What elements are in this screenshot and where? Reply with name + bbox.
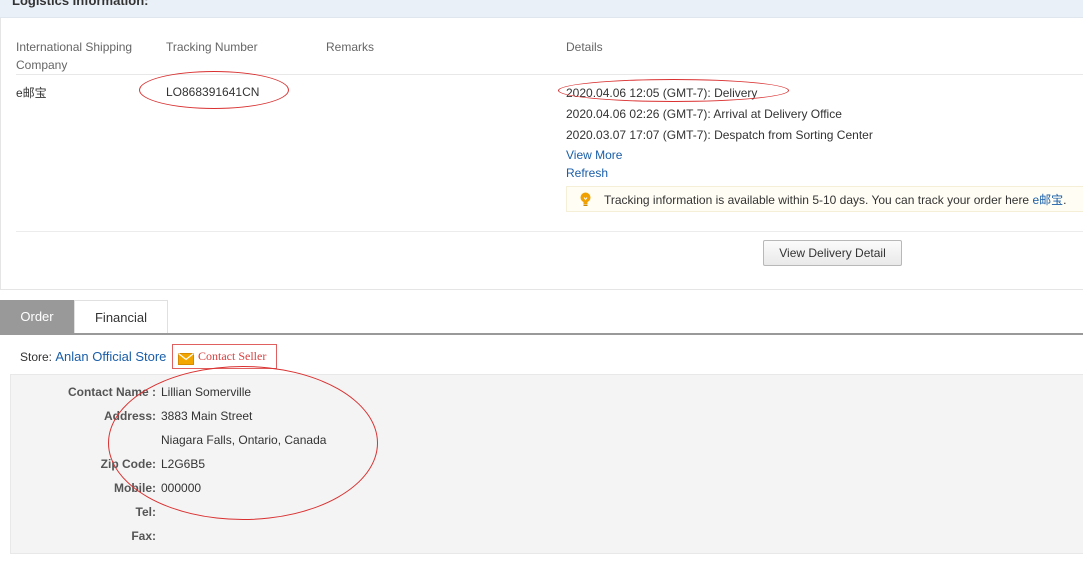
tracking-tip: Tracking information is available within… (566, 186, 1083, 212)
contact-seller-button[interactable]: Contact Seller (172, 344, 277, 369)
tracking-event-2: 2020.04.06 02:26 (GMT-7): Arrival at Del… (566, 107, 842, 121)
contact-name-value: Lillian Somerville (161, 385, 252, 399)
tel-label: Tel: (135, 505, 156, 519)
row-divider (16, 231, 1083, 232)
address-label: Address: (103, 409, 156, 423)
header-divider (16, 74, 1083, 75)
view-more-link[interactable]: View More (566, 146, 622, 164)
view-delivery-detail-button[interactable]: View Delivery Detail (763, 240, 902, 266)
lightbulb-icon (579, 192, 592, 207)
zip-code-value: L2G6B5 (161, 457, 206, 471)
store-name-link[interactable]: Anlan Official Store (55, 349, 166, 364)
tabs-divider (0, 333, 1083, 335)
column-header-company: International Shipping Company (16, 38, 132, 74)
address-line1: 3883 Main Street (161, 409, 253, 423)
address-line2: Niagara Falls, Ontario, Canada (161, 433, 327, 447)
logistics-panel (0, 18, 1083, 290)
column-header-tracking: Tracking Number (166, 40, 258, 54)
tracking-event-1: 2020.04.06 12:05 (GMT-7): Delivery (566, 86, 758, 100)
envelope-icon (178, 350, 194, 365)
address-panel: Contact Name : Lillian Somerville Addres… (10, 374, 1083, 554)
tip-end: . (1063, 193, 1067, 207)
column-header-company-line1: International Shipping (16, 40, 133, 54)
mobile-label: Mobile: (114, 481, 156, 495)
tracking-tip-text: Tracking information is available within… (604, 191, 1066, 209)
column-header-company-line2: Company (16, 58, 68, 72)
fax-label: Fax: (131, 529, 156, 543)
logistics-header: Logistics Information: (0, 0, 1083, 18)
mobile-value: 000000 (161, 481, 202, 495)
store-prefix: Store: (20, 350, 56, 364)
tab-order[interactable]: Order (0, 300, 74, 334)
refresh-link[interactable]: Refresh (566, 164, 608, 182)
shipping-company: e邮宝 (16, 86, 47, 100)
column-header-remarks: Remarks (326, 40, 375, 54)
tracking-number: LO868391641CN (166, 85, 260, 99)
store-line: Store: Anlan Official Store (20, 348, 166, 366)
tip-tracking-link[interactable]: e邮宝 (1032, 193, 1063, 207)
tab-financial[interactable]: Financial (74, 300, 168, 334)
logistics-title: Logistics Information: (12, 0, 149, 8)
zip-code-label: Zip Code: (100, 457, 156, 471)
tip-message: Tracking information is available within… (604, 193, 1033, 207)
contact-seller-label: Contact Seller (198, 349, 267, 363)
contact-name-label: Contact Name : (67, 385, 156, 399)
tracking-event-3: 2020.03.07 17:07 (GMT-7): Despatch from … (566, 128, 873, 142)
column-header-details: Details (566, 40, 603, 54)
